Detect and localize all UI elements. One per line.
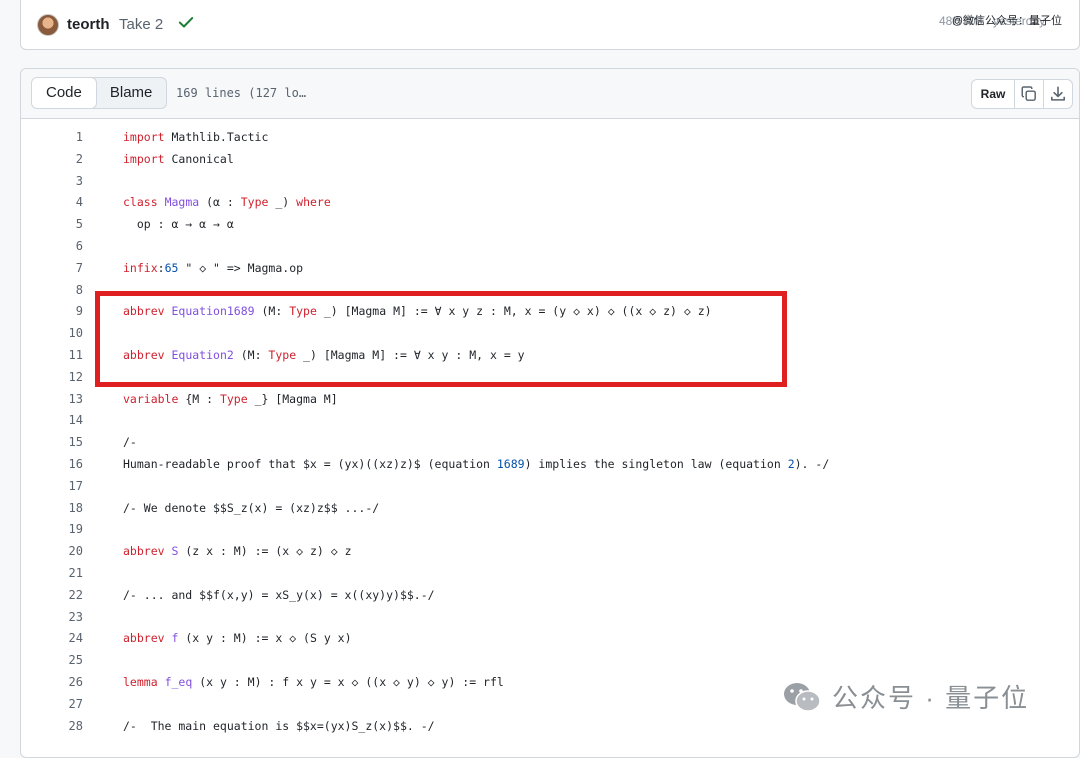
download-icon [1051, 86, 1065, 101]
code-text: Human-readable proof that $x = (yx)((xz)… [123, 456, 830, 471]
code-line: 6 [21, 236, 1079, 258]
code-line: 8 [21, 280, 1079, 302]
code-line: 2 import Canonical [21, 149, 1079, 171]
wechat-icon [784, 682, 821, 712]
line-number[interactable]: 8 [21, 280, 83, 302]
code-line: 5 op : α → α → α [21, 214, 1079, 236]
file-actions: Raw [971, 79, 1073, 109]
code-text: abbrev Equation2 (M: Type _) [Magma M] :… [123, 347, 525, 362]
line-count: 169 lines (127 lo… [176, 86, 307, 100]
line-number[interactable]: 6 [21, 236, 83, 258]
code-line: 18 /- We denote $$S_z(x) = (xz)z$$ ...-/ [21, 498, 1079, 520]
file-view: Code Blame 169 lines (127 lo… Raw 1 impor… [20, 68, 1080, 758]
code-line: 21 [21, 563, 1079, 585]
code-text: class Magma (α : Type _) where [123, 195, 331, 210]
commit-author[interactable]: teorth [67, 16, 110, 33]
code-line: 13 variable {M : Type _} [Magma M] [21, 389, 1079, 411]
line-number[interactable]: 1 [21, 127, 83, 149]
code-text: abbrev f (x y : M) := x ◇ (S y x) [123, 631, 352, 646]
code-line: 1 import Mathlib.Tactic [21, 127, 1079, 149]
code-line: 15 /- [21, 432, 1079, 454]
line-number[interactable]: 25 [21, 650, 83, 672]
line-number[interactable]: 23 [21, 607, 83, 629]
watermark-top: @微信公众号：量子位 [951, 15, 1062, 27]
code-line: 11 abbrev Equation2 (M: Type _) [Magma M]… [21, 345, 1079, 367]
copy-icon [1021, 86, 1036, 101]
commit-bar: teorth Take 2 48f5308 · yesterday [20, 0, 1080, 50]
line-number[interactable]: 10 [21, 323, 83, 345]
code-line: 9 abbrev Equation1689 (M: Type _) [Magma … [21, 301, 1079, 323]
code-line: 10 [21, 323, 1079, 345]
line-number[interactable]: 9 [21, 301, 83, 323]
code-text: lemma f_eq (x y : M) : f x y = x ◇ ((x ◇… [123, 674, 504, 689]
view-toggle: Code Blame [31, 77, 168, 109]
line-number[interactable]: 20 [21, 541, 83, 563]
line-number[interactable]: 13 [21, 389, 83, 411]
line-number[interactable]: 26 [21, 672, 83, 694]
code-text: op : α → α → α [123, 217, 234, 232]
code-text: infix:65 " ◇ " => Magma.op [123, 260, 304, 275]
code-line: 12 [21, 367, 1079, 389]
line-number[interactable]: 21 [21, 563, 83, 585]
code-line: 24 abbrev f (x y : M) := x ◇ (S y x) [21, 628, 1079, 650]
download-button[interactable] [1043, 80, 1072, 108]
check-icon[interactable] [177, 13, 195, 31]
line-number[interactable]: 22 [21, 585, 83, 607]
watermark-bottom: 公众号 · 量子位 [782, 678, 1029, 715]
tab-code[interactable]: Code [32, 78, 97, 108]
code-text: variable {M : Type _} [Magma M] [123, 391, 338, 406]
code-listing: 1 import Mathlib.Tactic 2 import Canonical 3… [21, 127, 1079, 737]
line-number[interactable]: 11 [21, 345, 83, 367]
code-text: abbrev S (z x : M) := (x ◇ z) ◇ z [123, 544, 352, 559]
code-line: 22 /- ... and $$f(x,y) = xS_y(x) = x((xy)… [21, 585, 1079, 607]
tab-blame[interactable]: Blame [96, 78, 167, 108]
line-number[interactable]: 15 [21, 432, 83, 454]
line-number[interactable]: 28 [21, 716, 83, 738]
line-number[interactable]: 17 [21, 476, 83, 498]
code-text: /- [123, 435, 137, 450]
code-text: /- We denote $$S_z(x) = (xz)z$$ ...-/ [123, 500, 380, 515]
code-line: 14 [21, 410, 1079, 432]
commit-message[interactable]: Take 2 [119, 16, 163, 33]
code-line: 20 abbrev S (z x : M) := (x ◇ z) ◇ z [21, 541, 1079, 563]
watermark-bottom-text: 公众号 · 量子位 [832, 683, 1030, 713]
avatar[interactable] [37, 14, 59, 36]
line-number[interactable]: 2 [21, 149, 83, 171]
code-line: 4 class Magma (α : Type _) where [21, 192, 1079, 214]
line-number[interactable]: 16 [21, 454, 83, 476]
line-number[interactable]: 5 [21, 214, 83, 236]
code-line: 19 [21, 519, 1079, 541]
code-line: 3 [21, 171, 1079, 193]
code-line: 17 [21, 476, 1079, 498]
code-line: 25 [21, 650, 1079, 672]
line-number[interactable]: 4 [21, 192, 83, 214]
line-number[interactable]: 27 [21, 694, 83, 716]
raw-button[interactable]: Raw [972, 80, 1014, 108]
code-line: 23 [21, 607, 1079, 629]
line-number[interactable]: 14 [21, 410, 83, 432]
line-number[interactable]: 7 [21, 258, 83, 280]
code-text: /- The main equation is $$x=(yx)S_z(x)$$… [123, 718, 435, 733]
code-text: /- ... and $$f(x,y) = xS_y(x) = x((xy)y)… [123, 587, 435, 602]
code-text: import Canonical [123, 151, 234, 166]
copy-button[interactable] [1014, 80, 1043, 108]
code-line: 28 /- The main equation is $$x=(yx)S_z(x)… [21, 716, 1079, 738]
code-text: abbrev Equation1689 (M: Type _) [Magma M… [123, 304, 712, 319]
line-number[interactable]: 18 [21, 498, 83, 520]
line-number[interactable]: 19 [21, 519, 83, 541]
file-header: Code Blame 169 lines (127 lo… Raw [21, 69, 1079, 119]
code-text: import Mathlib.Tactic [123, 130, 269, 144]
line-number[interactable]: 12 [21, 367, 83, 389]
code-line: 16 Human-readable proof that $x = (yx)((x… [21, 454, 1079, 476]
line-number[interactable]: 3 [21, 171, 83, 193]
line-number[interactable]: 24 [21, 628, 83, 650]
code-line: 7 infix:65 " ◇ " => Magma.op [21, 258, 1079, 280]
